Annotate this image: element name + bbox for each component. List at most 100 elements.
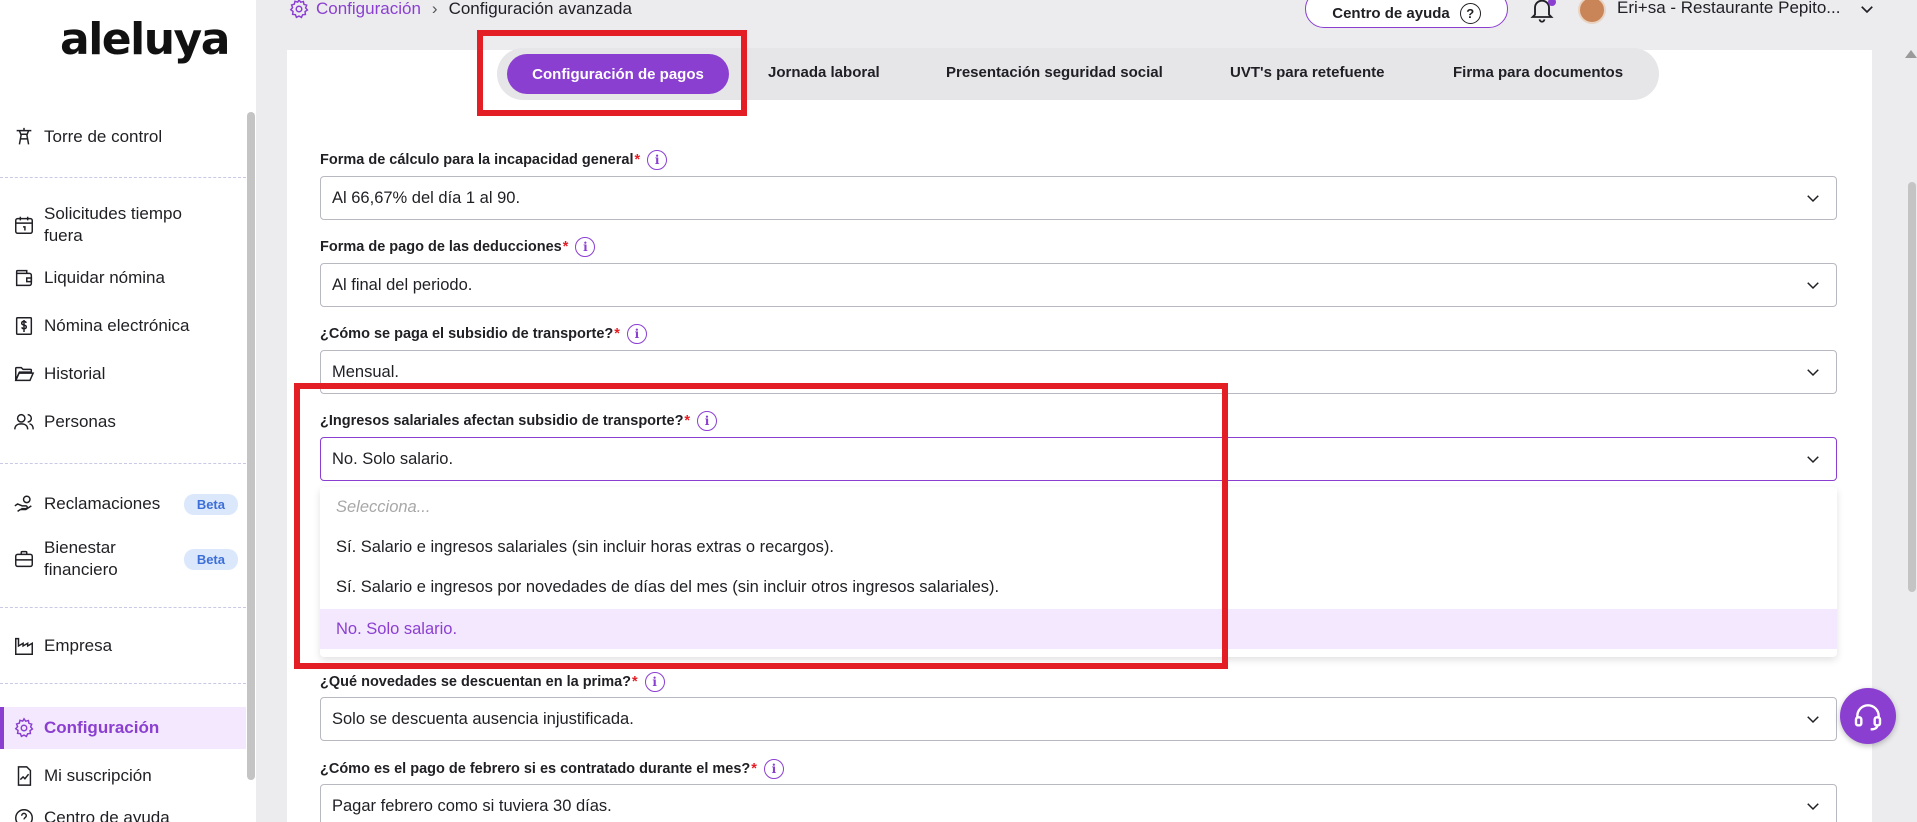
breadcrumb: Configuración › Configuración avanzada — [288, 0, 632, 20]
help-icon — [12, 806, 36, 822]
required-mark: * — [751, 761, 757, 777]
field-label-text: Forma de pago de las deducciones — [320, 239, 562, 255]
sidebar-item-mi-suscripcion[interactable]: Mi suscripción — [0, 764, 246, 788]
info-icon[interactable]: i — [644, 672, 665, 692]
help-center-label: Centro de ayuda — [1332, 4, 1450, 22]
scroll-up-arrow[interactable] — [1905, 50, 1917, 58]
gear-icon — [289, 0, 309, 19]
help-center-button[interactable]: Centro de ayuda ? — [1305, 0, 1508, 28]
chevron-down-icon — [1807, 456, 1819, 464]
avatar[interactable] — [1578, 0, 1606, 24]
hand-coin-icon — [12, 492, 36, 516]
sidebar-item-liquidar-nomina[interactable]: Liquidar nómina — [0, 266, 246, 290]
sidebar-item-personas[interactable]: Personas — [0, 410, 246, 434]
sidebar-divider — [0, 683, 246, 684]
tab-jornada-laboral[interactable]: Jornada laboral — [768, 64, 880, 81]
field-label-text: ¿Cómo se paga el subsidio de transporte? — [320, 326, 614, 342]
breadcrumb-parent-label: Configuración — [316, 0, 421, 18]
tab-presentacion-seguridad-social[interactable]: Presentación seguridad social — [946, 64, 1163, 81]
sidebar-divider — [0, 607, 246, 608]
sidebar-item-bienestar-financiero[interactable]: Bienestar financiero Beta — [0, 536, 246, 582]
select-pago-febrero[interactable]: Pagar febrero como si tuviera 30 días. — [320, 784, 1837, 822]
select-value: Mensual. — [332, 362, 399, 381]
field-label-text: Forma de cálculo para la incapacidad gen… — [320, 152, 634, 168]
sidebar-item-label: Liquidar nómina — [44, 268, 165, 287]
field-label-subsidio-transporte: ¿Cómo se paga el subsidio de transporte?… — [320, 324, 647, 344]
sidebar-item-label: Mi suscripción — [44, 766, 152, 785]
chevron-down-icon — [1807, 282, 1819, 290]
control-tower-icon — [12, 125, 36, 149]
support-chat-button[interactable] — [1840, 688, 1896, 744]
field-label-text: ¿Cómo es el pago de febrero si es contra… — [320, 761, 751, 777]
info-icon[interactable]: i — [575, 237, 596, 257]
sidebar-item-centro-de-ayuda[interactable]: Centro de ayuda — [0, 806, 246, 822]
question-icon: ? — [1459, 2, 1481, 24]
folder-icon — [12, 362, 36, 386]
breadcrumb-separator: › — [431, 0, 438, 18]
people-icon — [12, 410, 36, 434]
select-value: Al 66,67% del día 1 al 90. — [332, 188, 521, 207]
field-label-incapacidad-general: Forma de cálculo para la incapacidad gen… — [320, 150, 668, 170]
sidebar-item-nomina-electronica[interactable]: Nómina electrónica — [0, 314, 246, 338]
sidebar-item-label: Empresa — [44, 636, 113, 655]
chevron-down-icon — [1807, 803, 1819, 811]
sidebar-item-torre-de-control[interactable]: Torre de control — [0, 125, 246, 149]
field-label-text: ¿Qué novedades se descuentan en la prima… — [320, 674, 632, 690]
chevron-down-icon — [1807, 195, 1819, 203]
briefcase-icon — [12, 547, 36, 571]
sidebar-item-historial[interactable]: Historial — [0, 362, 246, 386]
field-label-novedades-prima: ¿Qué novedades se descuentan en la prima… — [320, 672, 665, 692]
select-incapacidad-general[interactable]: Al 66,67% del día 1 al 90. — [320, 176, 1837, 220]
sidebar-item-label: Bienestar financiero — [44, 538, 118, 579]
sidebar-item-label: Nómina electrónica — [44, 316, 190, 335]
field-label-pago-deducciones: Forma de pago de las deducciones * i — [320, 237, 596, 257]
info-icon[interactable]: i — [626, 324, 647, 344]
sidebar-item-reclamaciones[interactable]: Reclamaciones Beta — [0, 492, 246, 516]
sidebar-item-label: Configuración — [44, 718, 160, 737]
sidebar-item-label: Personas — [44, 412, 116, 431]
app-logo[interactable]: aleluya — [60, 14, 230, 65]
gear-icon — [12, 716, 36, 740]
sidebar-divider — [0, 177, 246, 178]
select-value: Pagar febrero como si tuviera 30 días. — [332, 796, 612, 815]
headset-icon — [1854, 704, 1882, 731]
beta-badge: Beta — [183, 548, 238, 570]
tab-firma-para-documentos[interactable]: Firma para documentos — [1453, 64, 1623, 81]
sidebar-item-configuracion[interactable]: Configuración — [0, 707, 246, 749]
breadcrumb-current: Configuración avanzada — [448, 0, 632, 18]
select-novedades-prima[interactable]: Solo se descuenta ausencia injustificada… — [320, 697, 1837, 741]
required-mark: * — [614, 326, 620, 342]
sidebar-item-label: Historial — [44, 364, 106, 383]
required-mark: * — [632, 674, 638, 690]
required-mark: * — [634, 152, 641, 168]
dollar-document-icon — [12, 314, 36, 338]
info-icon[interactable]: i — [763, 759, 784, 779]
select-value: Al final del periodo. — [332, 275, 473, 294]
beta-badge: Beta — [183, 493, 238, 515]
subscription-icon — [12, 764, 36, 788]
select-value: Solo se descuenta ausencia injustificada… — [332, 709, 634, 728]
field-label-pago-febrero: ¿Cómo es el pago de febrero si es contra… — [320, 759, 784, 779]
main-scrollbar[interactable] — [1908, 182, 1916, 592]
highlight-box-tab — [477, 30, 747, 116]
select-pago-deducciones[interactable]: Al final del periodo. — [320, 263, 1837, 307]
sidebar-item-label: Solicitudes tiempo fuera — [44, 204, 182, 245]
required-mark: * — [562, 239, 569, 255]
sidebar: aleluya Torre de control Solicitudes tie… — [0, 0, 256, 822]
sidebar-item-solicitudes-tiempo-fuera[interactable]: Solicitudes tiempo fuera — [0, 202, 246, 248]
chevron-down-icon[interactable] — [1858, 0, 1876, 18]
breadcrumb-parent-link[interactable]: Configuración — [288, 0, 421, 20]
sidebar-item-label: Centro de ayuda — [44, 808, 170, 822]
sidebar-item-label: Reclamaciones — [44, 494, 161, 513]
sidebar-item-empresa[interactable]: Empresa — [0, 634, 246, 658]
user-company-name[interactable]: Eri+sa - Restaurante Pepito... — [1617, 0, 1840, 18]
highlight-box-dropdown — [294, 383, 1228, 669]
sidebar-divider — [0, 463, 246, 464]
tab-uvts-para-retefuente[interactable]: UVT's para retefuente — [1230, 64, 1384, 81]
sidebar-scrollbar[interactable] — [247, 112, 255, 780]
factory-icon — [12, 634, 36, 658]
calendar-icon — [12, 213, 36, 237]
sidebar-item-label: Torre de control — [44, 127, 163, 146]
info-icon[interactable]: i — [647, 150, 668, 170]
wallet-icon — [12, 266, 36, 290]
